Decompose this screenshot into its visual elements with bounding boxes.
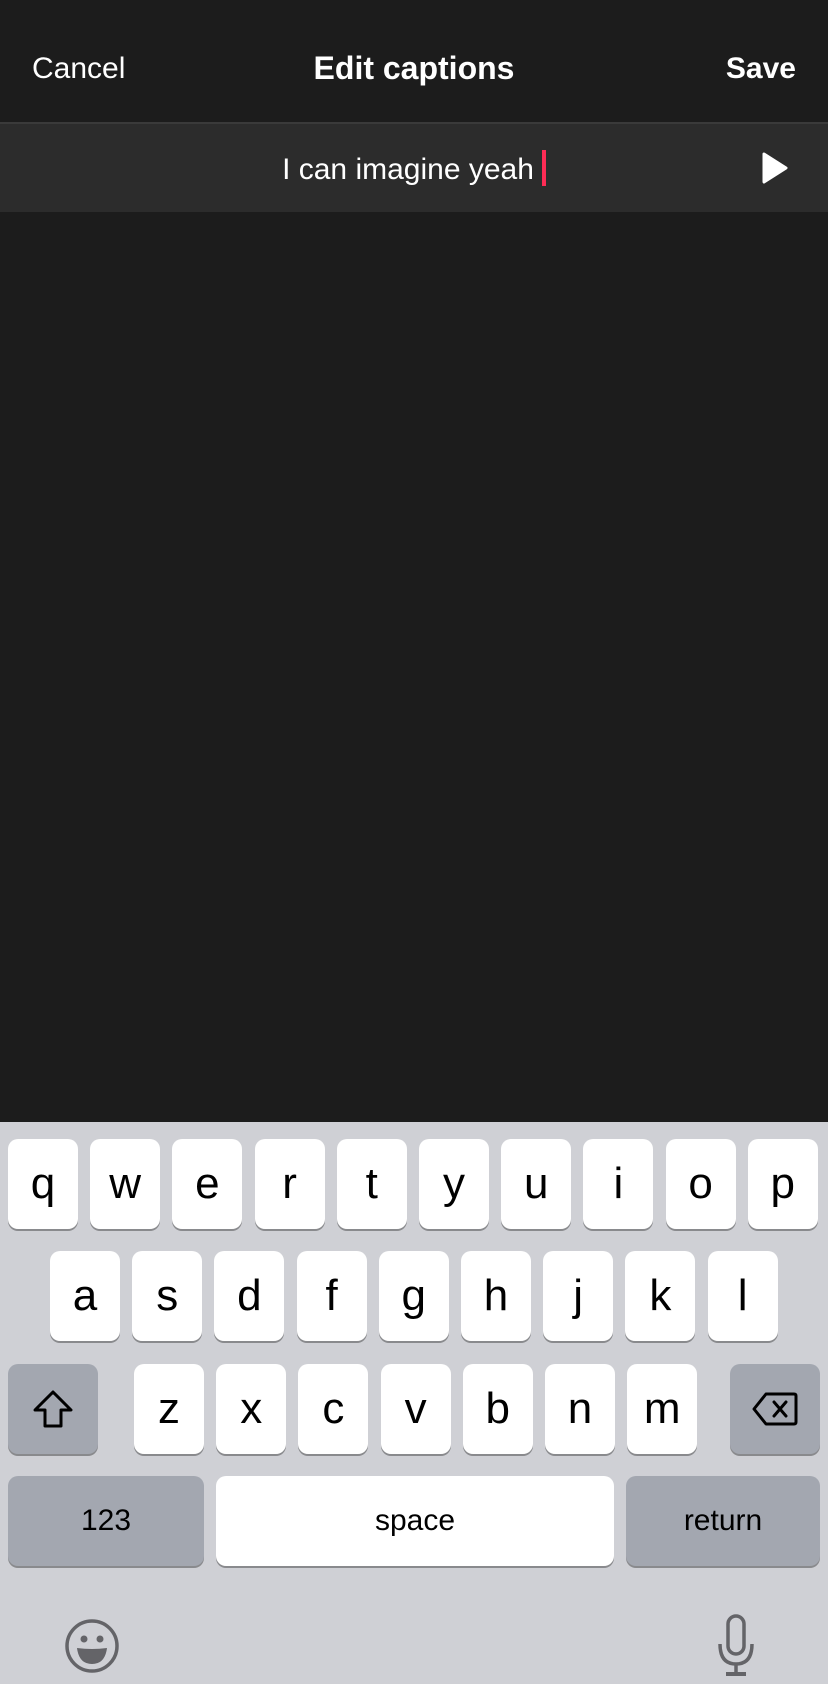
key-c[interactable]: c	[298, 1364, 369, 1454]
key-l[interactable]: l	[707, 1251, 778, 1341]
key-p[interactable]: p	[747, 1139, 818, 1229]
key-o[interactable]: o	[665, 1139, 736, 1229]
cancel-button[interactable]: Cancel	[32, 52, 125, 86]
key-d[interactable]: d	[214, 1251, 285, 1341]
play-icon	[762, 152, 788, 184]
backspace-icon	[752, 1392, 798, 1426]
key-n[interactable]: n	[545, 1364, 615, 1454]
key-g[interactable]: g	[378, 1251, 449, 1341]
video-preview-area	[0, 212, 828, 1122]
return-key[interactable]: return	[626, 1476, 820, 1566]
emoji-smile-icon	[65, 1619, 119, 1673]
navigation-bar: Cancel Edit captions Save	[0, 0, 828, 122]
emoji-button[interactable]	[62, 1616, 122, 1676]
numbers-key[interactable]: 123	[8, 1476, 204, 1566]
key-k[interactable]: k	[625, 1251, 696, 1341]
key-a[interactable]: a	[50, 1251, 120, 1341]
space-key[interactable]: space	[216, 1476, 614, 1566]
key-i[interactable]: i	[583, 1139, 654, 1229]
key-t[interactable]: t	[336, 1139, 407, 1229]
key-z[interactable]: z	[134, 1364, 204, 1454]
key-f[interactable]: f	[296, 1251, 367, 1341]
dictation-button[interactable]	[712, 1612, 762, 1678]
delete-key[interactable]	[730, 1364, 820, 1454]
key-v[interactable]: v	[380, 1364, 451, 1454]
key-e[interactable]: e	[172, 1139, 243, 1229]
caption-text: I can imagine yeah	[282, 153, 534, 186]
key-h[interactable]: h	[461, 1251, 531, 1341]
text-cursor	[541, 150, 546, 186]
key-q[interactable]: q	[8, 1139, 78, 1229]
shift-key[interactable]	[8, 1364, 98, 1454]
shift-arrow-icon	[33, 1390, 73, 1428]
key-u[interactable]: u	[501, 1139, 572, 1229]
key-m[interactable]: m	[627, 1364, 698, 1454]
save-button[interactable]: Save	[726, 52, 796, 86]
key-r[interactable]: r	[254, 1139, 325, 1229]
key-b[interactable]: b	[462, 1364, 533, 1454]
key-s[interactable]: s	[132, 1251, 203, 1341]
key-w[interactable]: w	[90, 1139, 161, 1229]
keyboard: 123 space return qwertyuiop asdfghjkl zxcv…	[0, 1122, 828, 1684]
caption-input[interactable]: I can imagine yeah	[0, 150, 828, 187]
microphone-icon	[718, 1614, 754, 1676]
key-x[interactable]: x	[216, 1364, 287, 1454]
key-y[interactable]: y	[419, 1139, 489, 1229]
play-button[interactable]	[760, 152, 790, 184]
caption-editor-row: I can imagine yeah	[0, 122, 828, 212]
key-j[interactable]: j	[543, 1251, 614, 1341]
